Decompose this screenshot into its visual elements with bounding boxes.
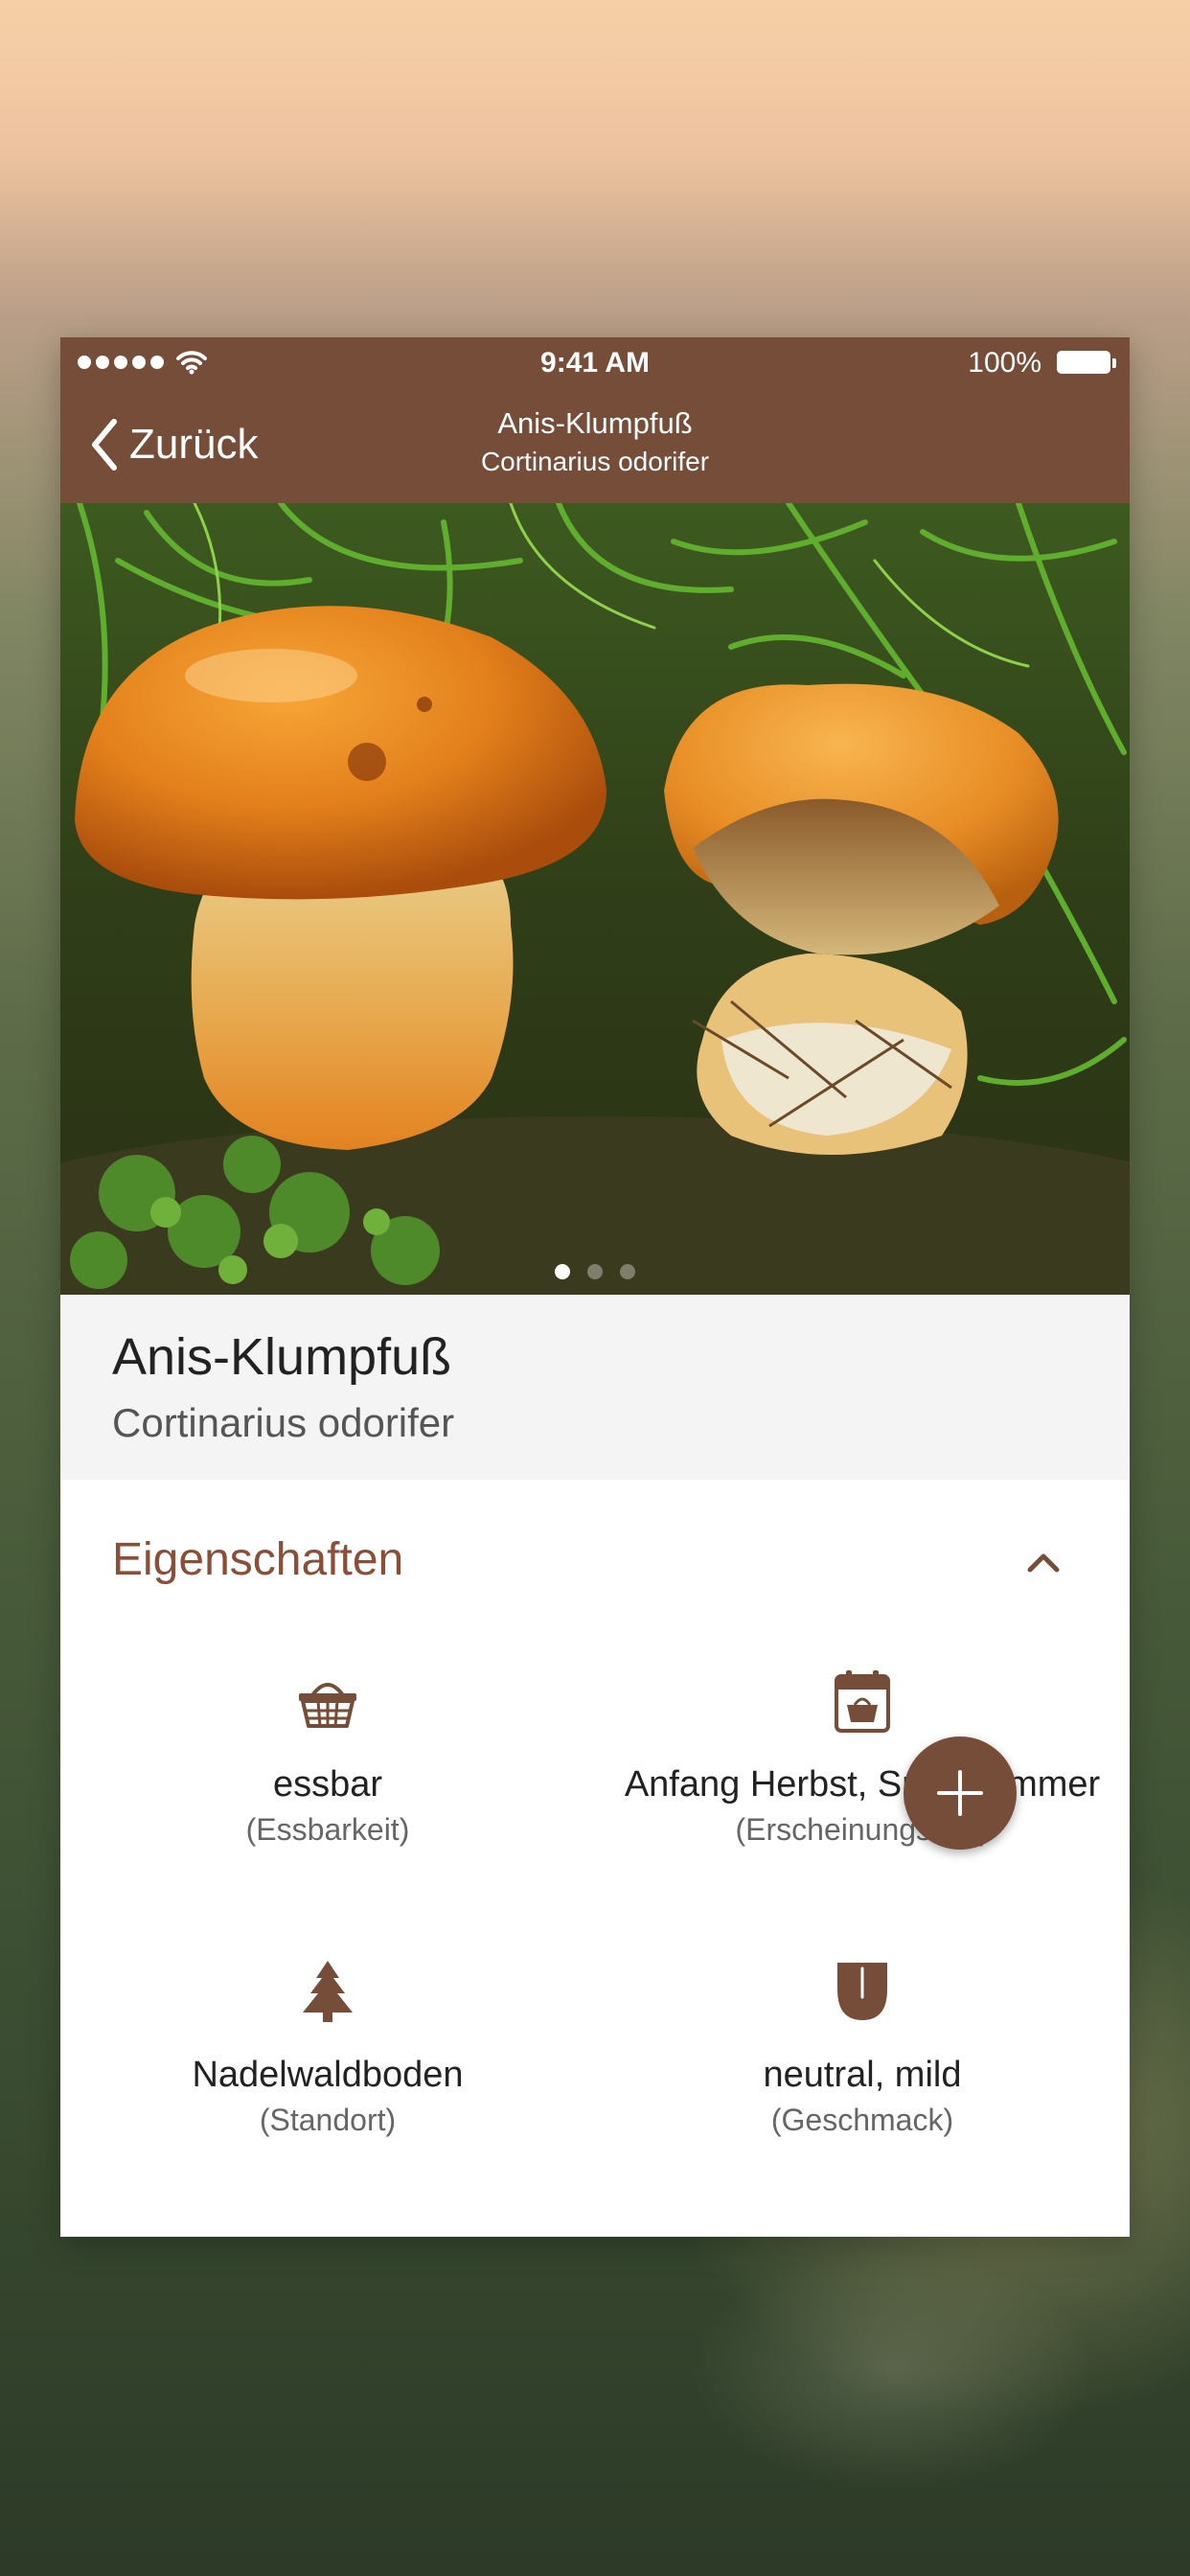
page-dot[interactable]: [587, 1264, 603, 1279]
detail-card: 9:41 AM 100% Zurück Anis-Klumpfuß Cortin…: [60, 337, 1130, 2237]
battery-icon: [1057, 351, 1116, 376]
property-value: Anfang Herbst, Spät Sommer: [624, 1764, 1101, 1805]
photo-page-indicator[interactable]: [60, 1264, 1130, 1279]
property-value: Nadelwaldboden: [192, 2055, 464, 2095]
property-label: (Standort): [259, 2103, 397, 2137]
page-dot-active[interactable]: [555, 1264, 570, 1279]
property-edibility: essbar (Essbarkeit): [60, 1667, 595, 1848]
property-label: (Essbarkeit): [245, 1812, 410, 1847]
conifer-tree-icon: [303, 1961, 353, 2022]
property-label: (Erscheinungszeit): [735, 1812, 990, 1847]
properties-title[interactable]: Eigenschaften: [112, 1533, 403, 1586]
property-season: Anfang Herbst, Spät Sommer (Erscheinungs…: [595, 1667, 1130, 1848]
mushroom-photo-carousel[interactable]: [60, 503, 1130, 1295]
nav-subtitle: Cortinarius odorifer: [480, 447, 710, 476]
nav-title: Anis-Klumpfuß: [497, 406, 693, 440]
mushroom-photo: [60, 503, 1130, 1295]
add-button[interactable]: [904, 1736, 1017, 1850]
chevron-up-icon[interactable]: [1024, 1543, 1063, 1581]
navigation-bar: 9:41 AM 100% Zurück Anis-Klumpfuß Cortin…: [60, 337, 1130, 503]
property-habitat: Nadelwaldboden (Standort): [60, 1957, 595, 2138]
species-latin-name: Cortinarius odorifer: [112, 1400, 455, 1445]
calendar-basket-icon: [835, 1670, 890, 1733]
property-taste: neutral, mild (Geschmack): [595, 1957, 1130, 2138]
nav-title-group: Anis-Klumpfuß Cortinarius odorifer: [60, 406, 1130, 477]
species-common-name: Anis-Klumpfuß: [112, 1328, 452, 1386]
property-value: essbar: [272, 1764, 383, 1805]
plus-icon: [937, 1770, 983, 1816]
properties-section: Eigenschaften essbar (Essbarkeit) Anfang…: [60, 1480, 1130, 2237]
species-name-panel: Anis-Klumpfuß Cortinarius odorifer: [60, 1295, 1130, 1480]
property-label: (Geschmack): [770, 2103, 954, 2137]
status-bar: 9:41 AM 100%: [60, 337, 1130, 395]
battery-percent: 100%: [968, 347, 1041, 379]
tongue-icon: [837, 1963, 887, 2020]
page-dot[interactable]: [620, 1264, 635, 1279]
basket-icon: [299, 1683, 356, 1728]
property-value: neutral, mild: [763, 2055, 962, 2095]
